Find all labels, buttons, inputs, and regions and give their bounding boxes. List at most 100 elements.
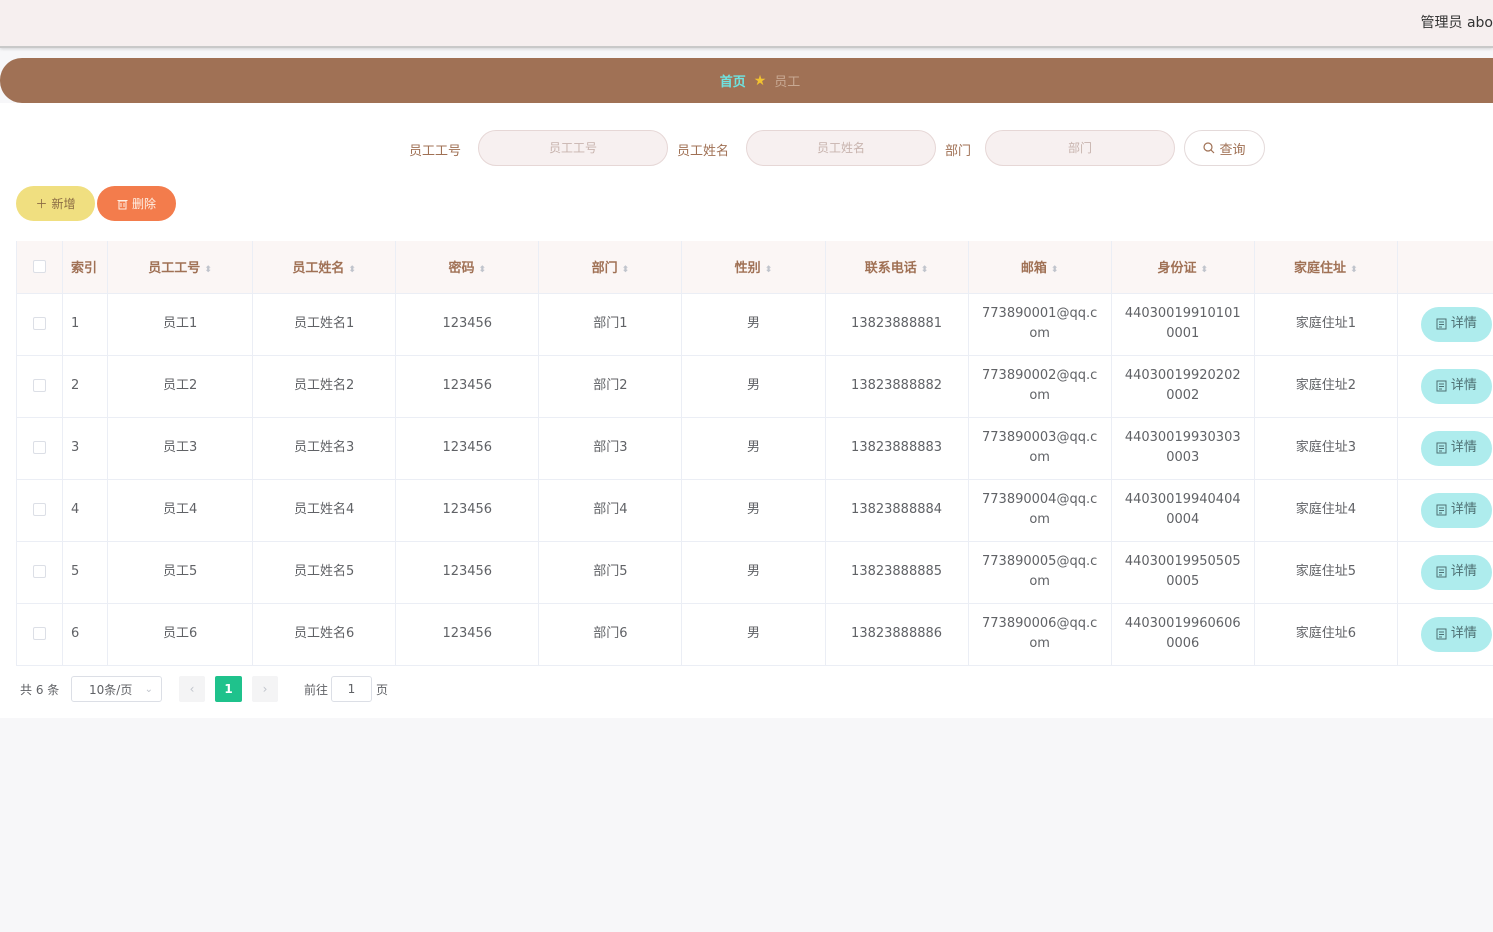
col-email[interactable]: 邮箱 ⬍ [968, 241, 1112, 294]
detail-button[interactable]: 详情 [1420, 616, 1492, 652]
document-icon [1436, 380, 1447, 392]
document-icon [1436, 504, 1447, 516]
goto-label: 前往 [304, 683, 329, 697]
employee-name-input[interactable] [746, 130, 936, 166]
table-row[interactable]: 2 员工2 员工姓名2 123456 部门2 男 13823888882 773890002@… [15, 355, 1493, 418]
detail-button[interactable]: 详情 [1420, 492, 1492, 528]
cell-idcard: 440300199404040004 [1111, 479, 1255, 542]
select-all-checkbox[interactable] [33, 260, 46, 274]
table-row[interactable]: 6 员工6 员工姓名6 123456 部门6 男 13823888886 773890006@… [15, 603, 1493, 666]
search-form: 员工工号 员工姓名 部门 查询 [0, 129, 1493, 167]
row-checkbox[interactable] [33, 441, 46, 454]
detail-button[interactable]: 详情 [1420, 430, 1492, 466]
main-content: 员工工号 员工姓名 部门 查询 ＋ 新增 删除 索引 员工工号⬍ 员工姓名⬍ [0, 103, 1493, 718]
cell-no: 员工5 [107, 541, 254, 604]
cell-password: 123456 [395, 603, 540, 666]
prev-page-button[interactable]: ‹ [179, 676, 205, 702]
col-department-label: 部门 [591, 261, 618, 277]
cell-idcard: 440300199303030003 [1111, 417, 1255, 480]
col-idcard-label: 身份证 [1157, 261, 1197, 277]
next-page-button[interactable]: › [252, 676, 278, 702]
cell-name: 员工姓名4 [252, 479, 397, 542]
row-checkbox[interactable] [33, 379, 46, 392]
col-phone-label: 联系电话 [864, 261, 917, 277]
col-gender-label: 性别 [734, 261, 761, 277]
row-checkbox[interactable] [33, 317, 46, 330]
cell-email: 773890002@qq.com [968, 355, 1112, 418]
page-suffix: 页 [376, 683, 389, 697]
star-icon: ★ [753, 72, 767, 89]
detail-button-label: 详情 [1450, 378, 1477, 393]
cell-dept: 部门2 [538, 355, 683, 418]
table-row[interactable]: 4 员工4 员工姓名4 123456 部门4 男 13823888884 773890004@… [15, 479, 1493, 542]
cell-phone: 13823888885 [825, 541, 969, 604]
cell-address: 家庭住址4 [1254, 479, 1398, 542]
cell-name: 员工姓名6 [252, 603, 397, 666]
sort-icon[interactable]: ⬍ [921, 265, 929, 275]
cell-dept: 部门4 [538, 479, 683, 542]
document-icon [1436, 442, 1447, 454]
col-phone[interactable]: 联系电话 ⬍ [825, 241, 969, 294]
document-icon [1436, 318, 1447, 330]
table-row[interactable]: 3 员工3 员工姓名3 123456 部门3 男 13823888883 773890003@… [15, 417, 1493, 480]
query-button[interactable]: 查询 [1184, 130, 1265, 166]
row-checkbox[interactable] [33, 565, 46, 578]
col-employee-name[interactable]: 员工姓名 ⬍ [252, 241, 397, 294]
cell-actions: 详情 [1397, 541, 1493, 604]
row-select-cell [15, 479, 64, 542]
cell-phone: 13823888882 [825, 355, 969, 418]
sort-icon[interactable]: ⬍ [479, 265, 487, 275]
col-address[interactable]: 家庭住址 ⬍ [1254, 241, 1398, 294]
col-password[interactable]: 密码 ⬍ [395, 241, 540, 294]
page-number-current[interactable]: 1 [215, 676, 242, 702]
add-button[interactable]: ＋ 新增 [16, 186, 95, 221]
table-row[interactable]: 1 员工1 员工姓名1 123456 部门1 男 13823888881 773890001@… [15, 293, 1493, 356]
delete-button[interactable]: 删除 [97, 186, 176, 221]
page-size-select[interactable]: 10条/页 ⌄ [71, 676, 162, 702]
col-index: 索引 [62, 241, 109, 294]
col-department[interactable]: 部门 ⬍ [538, 241, 683, 294]
col-gender[interactable]: 性别 ⬍ [681, 241, 826, 294]
sort-icon[interactable]: ⬍ [1200, 265, 1208, 275]
table-row[interactable]: 5 员工5 员工姓名5 123456 部门5 男 13823888885 773890005@… [15, 541, 1493, 604]
cell-email: 773890004@qq.com [968, 479, 1112, 542]
chevron-right-icon: › [262, 682, 268, 696]
cell-no: 员工1 [107, 293, 254, 356]
total-count: 共 6 条 [20, 683, 60, 697]
detail-button[interactable]: 详情 [1420, 554, 1492, 590]
chevron-left-icon: ‹ [189, 682, 195, 696]
col-employee-name-label: 员工姓名 [292, 261, 345, 277]
department-input[interactable] [985, 130, 1175, 166]
cell-gender: 男 [681, 417, 826, 480]
detail-button[interactable]: 详情 [1420, 368, 1492, 404]
cell-gender: 男 [681, 479, 826, 542]
detail-button[interactable]: 详情 [1420, 306, 1492, 342]
row-checkbox[interactable] [33, 627, 46, 640]
cell-actions: 详情 [1397, 293, 1493, 356]
sort-icon[interactable]: ⬍ [204, 265, 212, 275]
detail-button-label: 详情 [1450, 502, 1477, 517]
sort-icon[interactable]: ⬍ [348, 265, 356, 275]
breadcrumb-home[interactable]: 首页 [720, 71, 746, 90]
cell-phone: 13823888886 [825, 603, 969, 666]
employee-no-input[interactable] [478, 130, 668, 166]
col-idcard[interactable]: 身份证 ⬍ [1111, 241, 1255, 294]
cell-index: 6 [62, 603, 109, 666]
col-password-label: 密码 [448, 261, 475, 277]
row-checkbox[interactable] [33, 503, 46, 516]
cell-actions: 详情 [1397, 479, 1493, 542]
department-label: 部门 [945, 144, 972, 159]
sort-icon[interactable]: ⬍ [1350, 265, 1358, 275]
sort-icon[interactable]: ⬍ [622, 265, 630, 275]
delete-button-label: 删除 [131, 197, 156, 211]
cell-password: 123456 [395, 355, 540, 418]
col-employee-no[interactable]: 员工工号 ⬍ [107, 241, 254, 294]
cell-dept: 部门1 [538, 293, 683, 356]
user-info[interactable]: 管理员 abo [1421, 12, 1493, 32]
col-actions [1397, 241, 1493, 294]
sort-icon[interactable]: ⬍ [1051, 265, 1059, 275]
sort-icon[interactable]: ⬍ [765, 265, 773, 275]
document-icon [1436, 566, 1447, 578]
cell-idcard: 440300199606060006 [1111, 603, 1255, 666]
goto-page-input[interactable] [331, 676, 372, 702]
